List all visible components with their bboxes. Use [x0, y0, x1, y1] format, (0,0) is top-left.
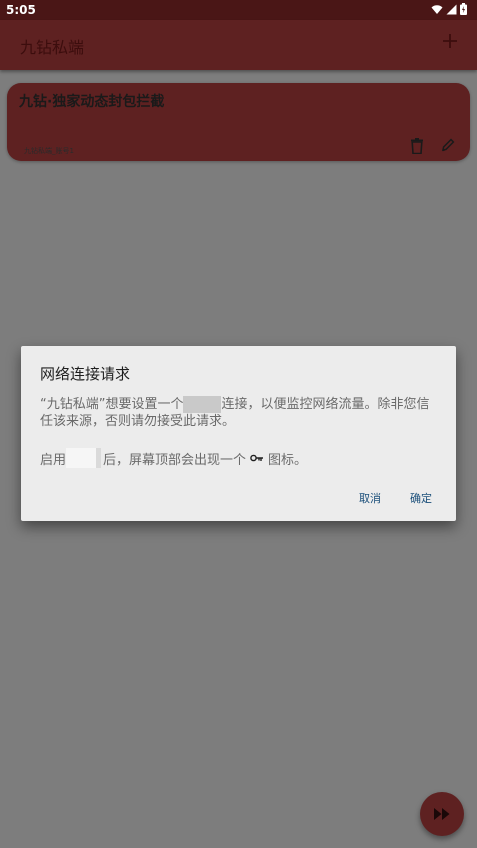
key-icon	[250, 454, 264, 462]
redacted-area-2	[66, 448, 102, 468]
ok-button[interactable]: 确定	[410, 490, 432, 506]
status-bar: 5:05	[0, 0, 477, 20]
redacted-area	[183, 396, 222, 413]
edit-icon[interactable]	[441, 138, 455, 152]
wifi-icon	[431, 4, 443, 14]
script-card[interactable]: 九钻·独家动态封包拦截 九钻私端_账号1	[7, 83, 470, 161]
vpn-request-dialog: 网络连接请求 “九钻私端”想要设置一个 连接，以便监控网络流量。除非您信任该来源，…	[21, 346, 456, 521]
app-title: 九钻私端	[20, 38, 85, 57]
dialog-hint-part3: 图标。	[268, 452, 308, 468]
dialog-message-part1: “九钻私端”想要设置一个	[40, 397, 184, 412]
battery-icon	[460, 3, 467, 15]
dialog-hint: 启用 后，屏幕顶部会出现一个 图标。	[40, 448, 440, 468]
fast-forward-icon	[434, 808, 450, 820]
run-fab-button[interactable]	[420, 792, 464, 836]
dialog-hint-part1: 启用	[40, 452, 67, 468]
delete-icon[interactable]	[410, 138, 424, 154]
dialog-title: 网络连接请求	[40, 365, 131, 383]
status-icons	[431, 3, 467, 15]
add-icon[interactable]	[441, 32, 459, 50]
card-subtitle: 九钻私端_账号1	[24, 147, 74, 155]
dialog-hint-part2: 后，屏幕顶部会出现一个	[103, 452, 247, 468]
card-title: 九钻·独家动态封包拦截	[19, 94, 165, 110]
status-time: 5:05	[6, 3, 36, 17]
signal-icon	[446, 4, 457, 14]
app-bar: 九钻私端	[0, 20, 477, 70]
dialog-message: “九钻私端”想要设置一个 连接，以便监控网络流量。除非您信任该来源，否则请勿接受此…	[40, 396, 440, 430]
cancel-button[interactable]: 取消	[359, 490, 381, 506]
